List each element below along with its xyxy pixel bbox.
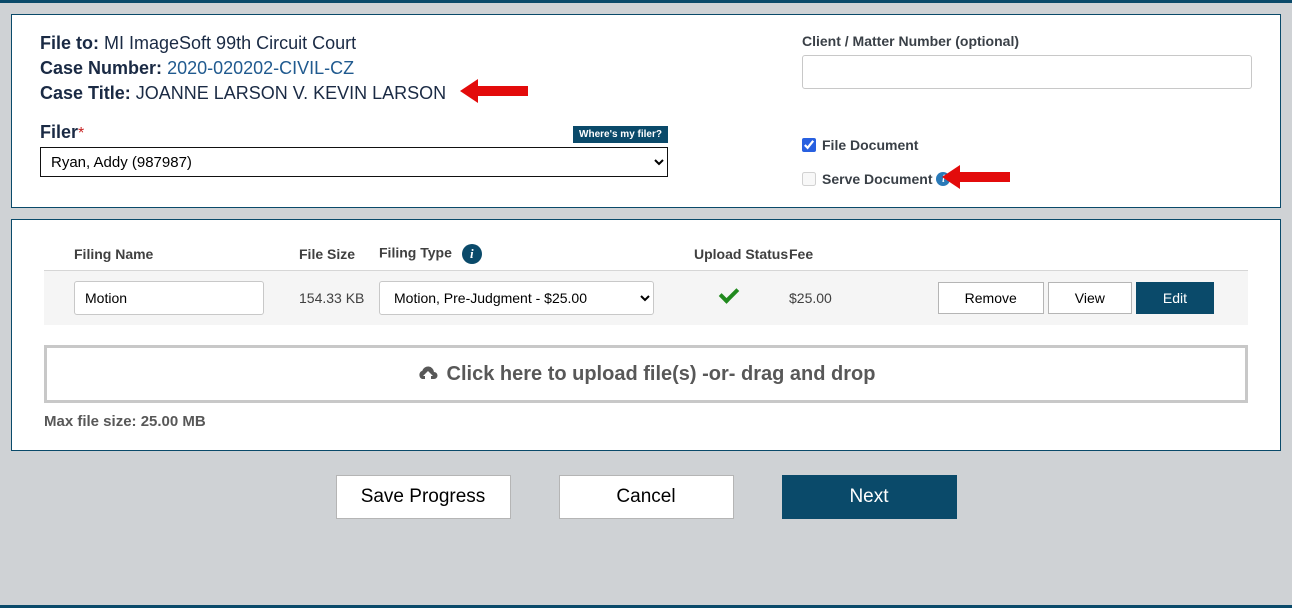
col-filing-type: Filing Type i bbox=[379, 244, 694, 264]
client-matter-input[interactable] bbox=[802, 55, 1252, 89]
dropzone-text: Click here to upload file(s) -or- drag a… bbox=[447, 363, 876, 386]
annotation-arrow-icon bbox=[942, 165, 1010, 189]
required-asterisk: * bbox=[78, 125, 84, 142]
cancel-button[interactable]: Cancel bbox=[559, 475, 734, 519]
case-number-line: Case Number: 2020-020202-CIVIL-CZ bbox=[40, 58, 782, 79]
info-icon[interactable]: i bbox=[462, 244, 482, 264]
col-fee: Fee bbox=[789, 246, 859, 262]
serve-document-checkbox[interactable] bbox=[802, 172, 816, 186]
case-title-label: Case Title: bbox=[40, 83, 131, 103]
file-size-value: 154.33 KB bbox=[299, 290, 379, 306]
remove-button[interactable]: Remove bbox=[938, 282, 1044, 314]
file-document-row: File Document bbox=[802, 137, 1252, 153]
check-icon bbox=[716, 288, 740, 304]
wheres-my-filer-button[interactable]: Where's my filer? bbox=[573, 126, 668, 143]
file-to-line: File to: MI ImageSoft 99th Circuit Court bbox=[40, 33, 782, 54]
cloud-upload-icon bbox=[417, 365, 439, 383]
upload-dropzone[interactable]: Click here to upload file(s) -or- drag a… bbox=[44, 345, 1248, 403]
annotation-arrow-icon bbox=[460, 79, 528, 103]
col-file-size: File Size bbox=[299, 246, 379, 262]
filings-table-header: Filing Name File Size Filing Type i Uplo… bbox=[44, 244, 1248, 271]
case-number-label: Case Number: bbox=[40, 58, 162, 78]
serve-document-label: Serve Document bbox=[822, 171, 932, 187]
view-button[interactable]: View bbox=[1048, 282, 1132, 314]
filings-panel: Filing Name File Size Filing Type i Uplo… bbox=[11, 219, 1281, 451]
file-document-label: File Document bbox=[822, 137, 918, 153]
col-filing-name: Filing Name bbox=[74, 246, 299, 262]
serve-document-row: Serve Document i bbox=[802, 171, 1252, 187]
filing-type-select[interactable]: Motion, Pre-Judgment - $25.00 bbox=[379, 281, 654, 315]
case-title-value: JOANNE LARSON V. KEVIN LARSON bbox=[136, 83, 446, 103]
client-matter-label: Client / Matter Number (optional) bbox=[802, 33, 1252, 49]
col-upload-status: Upload Status bbox=[694, 246, 789, 262]
case-info-panel: File to: MI ImageSoft 99th Circuit Court… bbox=[11, 14, 1281, 208]
filing-name-input[interactable] bbox=[74, 281, 264, 315]
filer-label: Filer bbox=[40, 122, 78, 142]
table-row: 154.33 KB Motion, Pre-Judgment - $25.00 … bbox=[44, 271, 1248, 325]
case-number-link[interactable]: 2020-020202-CIVIL-CZ bbox=[167, 58, 354, 78]
max-file-size-label: Max file size: 25.00 MB bbox=[44, 413, 1248, 430]
fee-value: $25.00 bbox=[789, 290, 859, 306]
edit-button[interactable]: Edit bbox=[1136, 282, 1214, 314]
court-name[interactable]: MI ImageSoft 99th Circuit Court bbox=[104, 33, 356, 53]
save-progress-button[interactable]: Save Progress bbox=[336, 475, 511, 519]
filer-select[interactable]: Ryan, Addy (987987) bbox=[40, 147, 668, 177]
case-title-line: Case Title: JOANNE LARSON V. KEVIN LARSO… bbox=[40, 83, 782, 104]
file-document-checkbox[interactable] bbox=[802, 138, 816, 152]
file-to-label: File to: bbox=[40, 33, 99, 53]
next-button[interactable]: Next bbox=[782, 475, 957, 519]
bottom-button-bar: Save Progress Cancel Next bbox=[0, 475, 1292, 519]
